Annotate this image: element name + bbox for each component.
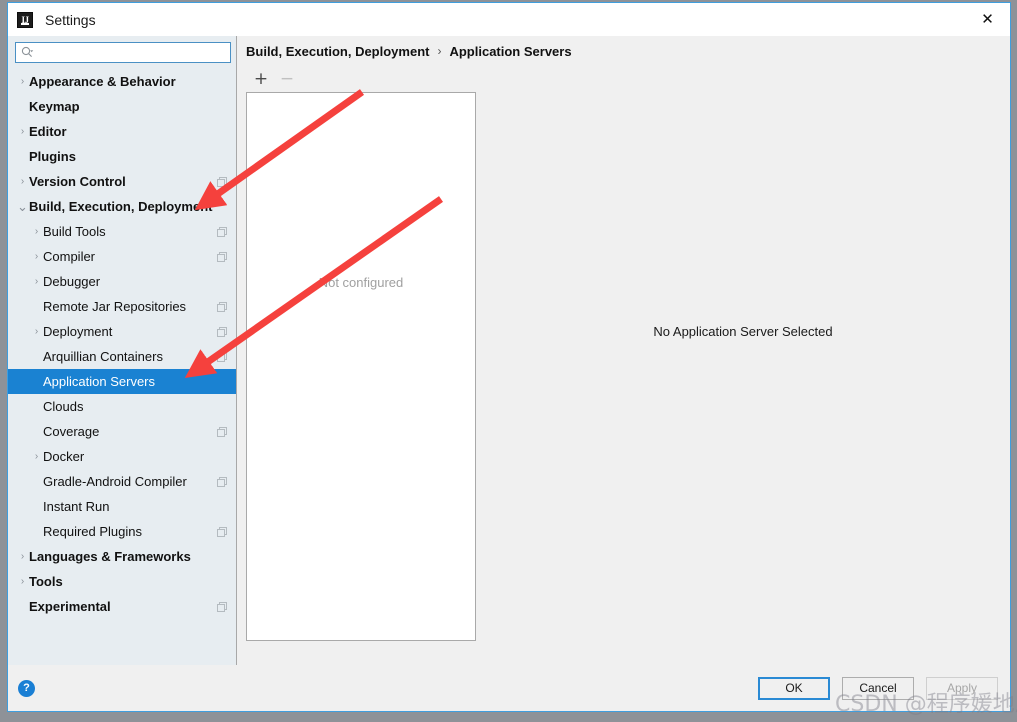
chevron-right-icon[interactable]: › xyxy=(16,126,29,137)
list-toolbar: + − xyxy=(246,66,476,92)
window-title: Settings xyxy=(45,11,96,28)
sidebar-item-plugins[interactable]: Plugins xyxy=(8,144,236,169)
help-button[interactable]: ? xyxy=(18,679,35,697)
project-scope-icon xyxy=(216,251,228,263)
sidebar-item-deployment[interactable]: › Deployment xyxy=(8,319,236,344)
project-scope-icon xyxy=(216,526,228,538)
watermark: CSDN @程序媛地瓜 xyxy=(835,692,1017,717)
project-scope-icon xyxy=(216,426,228,438)
sidebar-item-docker[interactable]: › Docker xyxy=(8,444,236,469)
sidebar-item-tools[interactable]: › Tools xyxy=(8,569,236,594)
sidebar-item-gradle-android-compiler[interactable]: Gradle-Android Compiler xyxy=(8,469,236,494)
chevron-down-icon[interactable]: ⌄ xyxy=(16,200,29,213)
sidebar-item-keymap[interactable]: Keymap xyxy=(8,94,236,119)
sidebar-item-required-plugins[interactable]: Required Plugins xyxy=(8,519,236,544)
server-list-column: + − Not configured xyxy=(246,66,476,665)
chevron-right-icon[interactable]: › xyxy=(30,251,43,262)
sidebar-item-label: Remote Jar Repositories xyxy=(43,299,187,314)
chevron-right-icon[interactable]: › xyxy=(16,76,29,87)
project-scope-icon xyxy=(216,176,228,188)
sidebar-item-label: Build, Execution, Deployment xyxy=(29,199,213,214)
sidebar-item-label: Coverage xyxy=(43,424,100,439)
chevron-right-icon[interactable]: › xyxy=(16,576,29,587)
sidebar-item-languages-frameworks[interactable]: › Languages & Frameworks xyxy=(8,544,236,569)
sidebar-item-label: Instant Run xyxy=(43,499,110,514)
sidebar-item-debugger[interactable]: › Debugger xyxy=(8,269,236,294)
sidebar-item-experimental[interactable]: Experimental xyxy=(8,594,236,619)
sidebar-item-clouds[interactable]: Clouds xyxy=(8,394,236,419)
chevron-right-icon[interactable]: › xyxy=(30,451,43,462)
sidebar-item-label: Docker xyxy=(43,449,85,464)
sidebar-item-label: Tools xyxy=(29,574,63,589)
sidebar-item-label: Experimental xyxy=(29,599,111,614)
sidebar-item-label: Arquillian Containers xyxy=(43,349,163,364)
sidebar-item-editor[interactable]: › Editor xyxy=(8,119,236,144)
settings-tree[interactable]: › Appearance & Behavior Keymap › Editor Plugi… xyxy=(8,68,236,665)
chevron-right-icon[interactable]: › xyxy=(16,176,29,187)
sidebar-item-arquillian-containers[interactable]: Arquillian Containers xyxy=(8,344,236,369)
sidebar-item-label: Required Plugins xyxy=(43,524,143,539)
search-input[interactable] xyxy=(34,44,230,61)
dialog-body: › Appearance & Behavior Keymap › Editor Plugi… xyxy=(8,36,1010,665)
project-scope-icon xyxy=(216,226,228,238)
chevron-right-icon[interactable]: › xyxy=(30,276,43,287)
sidebar-item-label: Keymap xyxy=(29,99,80,114)
sidebar-item-instant-run[interactable]: Instant Run xyxy=(8,494,236,519)
intellij-idea-icon: IJ xyxy=(17,11,33,28)
breadcrumb-parent[interactable]: Build, Execution, Deployment xyxy=(246,44,429,59)
sidebar-item-label: Application Servers xyxy=(43,374,155,389)
sidebar-item-label: Compiler xyxy=(43,249,96,264)
project-scope-icon xyxy=(216,476,228,488)
project-scope-icon xyxy=(216,301,228,313)
project-scope-icon xyxy=(216,601,228,613)
sidebar-item-label: Plugins xyxy=(29,149,76,164)
sidebar-item-label: Version Control xyxy=(29,174,126,189)
editor-area: + − Not configured No Application Server… xyxy=(237,66,1010,665)
sidebar-item-label: Debugger xyxy=(43,274,101,289)
sidebar-item-build-execution-deployment[interactable]: ⌄ Build, Execution, Deployment xyxy=(8,194,236,219)
sidebar-item-application-servers[interactable]: Application Servers xyxy=(8,369,236,394)
sidebar-item-label: Languages & Frameworks xyxy=(29,549,191,564)
settings-sidebar: › Appearance & Behavior Keymap › Editor Plugi… xyxy=(8,36,237,665)
sidebar-item-coverage[interactable]: Coverage xyxy=(8,419,236,444)
chevron-right-icon[interactable]: › xyxy=(30,226,43,237)
settings-dialog: IJ Settings ✕ › Appearance & Behavior Ke… xyxy=(7,2,1011,712)
chevron-right-icon: › xyxy=(437,44,442,58)
sidebar-item-remote-jar-repositories[interactable]: Remote Jar Repositories xyxy=(8,294,236,319)
title-bar: IJ Settings ✕ xyxy=(8,3,1010,36)
close-icon[interactable]: ✕ xyxy=(965,3,1010,35)
search-field[interactable] xyxy=(15,42,231,63)
sidebar-item-label: Clouds xyxy=(43,399,84,414)
remove-server-button[interactable]: − xyxy=(276,68,298,90)
chevron-right-icon[interactable]: › xyxy=(30,326,43,337)
ok-button[interactable]: OK xyxy=(758,676,830,700)
main-pane: Build, Execution, Deployment › Applicati… xyxy=(237,36,1010,665)
server-list[interactable]: Not configured xyxy=(246,92,476,641)
sidebar-item-build-tools[interactable]: › Build Tools xyxy=(8,219,236,244)
add-server-button[interactable]: + xyxy=(250,68,272,90)
server-detail-panel: No Application Server Selected xyxy=(476,66,1010,665)
search-icon xyxy=(21,46,34,59)
sidebar-item-version-control[interactable]: › Version Control xyxy=(8,169,236,194)
project-scope-icon xyxy=(216,326,228,338)
sidebar-item-label: Deployment xyxy=(43,324,113,339)
project-scope-icon xyxy=(216,351,228,363)
sidebar-item-appearance-behavior[interactable]: › Appearance & Behavior xyxy=(8,69,236,94)
breadcrumb: Build, Execution, Deployment › Applicati… xyxy=(237,36,1010,66)
search-container xyxy=(8,36,236,68)
chevron-right-icon[interactable]: › xyxy=(16,551,29,562)
no-server-selected-text: No Application Server Selected xyxy=(653,324,833,339)
sidebar-item-label: Build Tools xyxy=(43,224,106,239)
sidebar-item-label: Editor xyxy=(29,124,67,139)
sidebar-item-label: Appearance & Behavior xyxy=(29,74,176,89)
sidebar-item-compiler[interactable]: › Compiler xyxy=(8,244,236,269)
sidebar-item-label: Gradle-Android Compiler xyxy=(43,474,187,489)
server-list-empty-text: Not configured xyxy=(318,275,404,290)
breadcrumb-current: Application Servers xyxy=(449,43,572,59)
